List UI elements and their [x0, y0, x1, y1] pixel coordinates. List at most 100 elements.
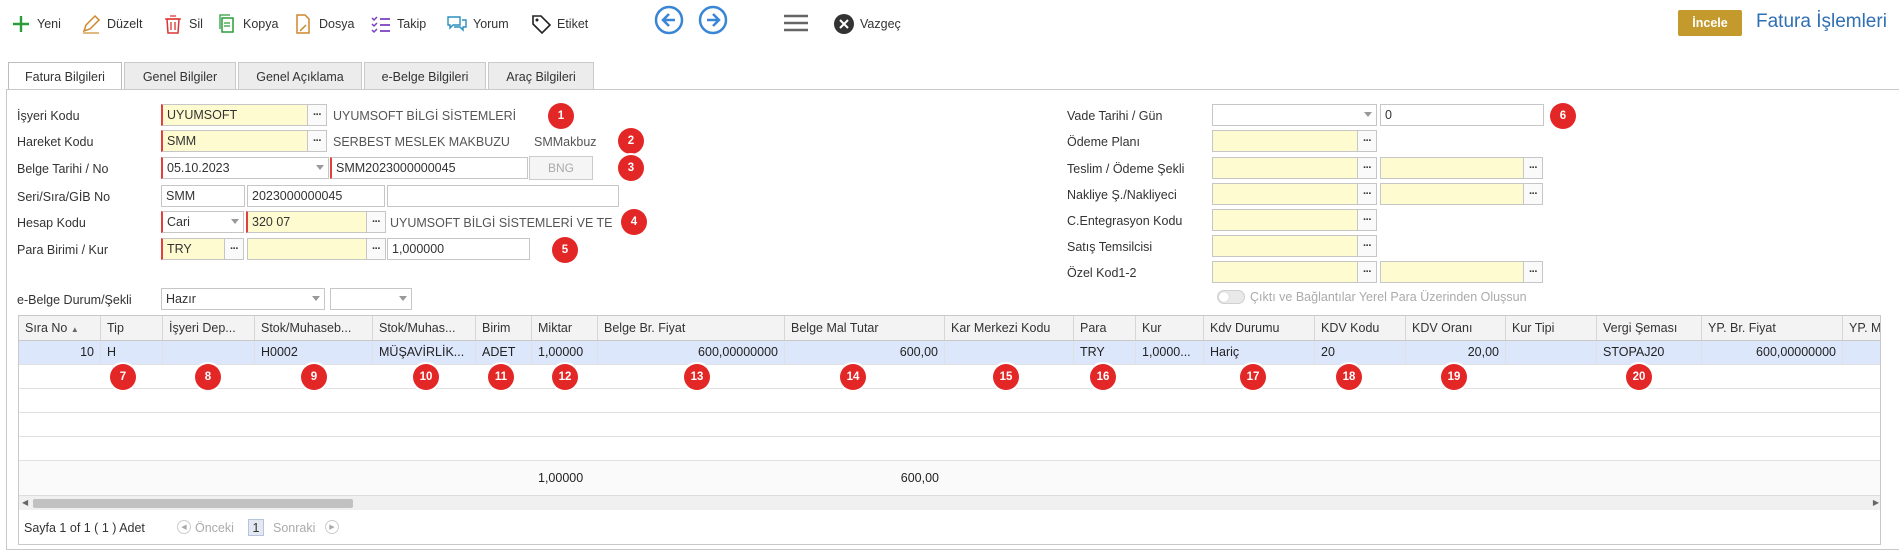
cancel-button[interactable]: Vazgeç — [833, 12, 901, 36]
tag-icon — [532, 15, 552, 35]
ozel-kod1-lookup-button[interactable]: ··· — [1357, 261, 1377, 283]
col-header-kdv-durumu[interactable]: Kdv Durumu — [1204, 316, 1315, 341]
kur-type-input[interactable] — [247, 238, 367, 260]
vade-gun-input[interactable]: 0 — [1380, 104, 1544, 126]
para-lookup-button[interactable]: ··· — [224, 238, 244, 260]
col-header-stok-ad[interactable]: Stok/Muhas... — [373, 316, 476, 341]
odeme-sekli-input[interactable] — [1380, 157, 1524, 179]
kur-type-lookup-button[interactable]: ··· — [366, 238, 386, 260]
col-header-yp-mal[interactable]: YP. M — [1843, 316, 1880, 341]
nakliyeci-input[interactable] — [1380, 183, 1524, 205]
tab-ebelge-bilgileri[interactable]: e-Belge Bilgileri — [364, 62, 486, 90]
file-button[interactable]: Dosya — [292, 12, 354, 36]
hareket-input[interactable]: SMM — [161, 130, 308, 152]
belge-date-input[interactable]: 05.10.2023 — [161, 157, 329, 179]
annotation-badge: 13 — [684, 364, 710, 390]
prev-page-button[interactable]: Önceki — [195, 521, 234, 535]
belge-no-input[interactable]: SMM2023000000045 — [330, 157, 528, 179]
col-header-tip[interactable]: Tip — [101, 316, 163, 341]
odeme-plan-input[interactable] — [1212, 130, 1358, 152]
col-header-stok-kod[interactable]: Stok/Muhaseb... — [255, 316, 373, 341]
vade-date-select[interactable] — [1212, 104, 1377, 126]
col-header-kar-merkezi[interactable]: Kar Merkezi Kodu — [945, 316, 1074, 341]
delete-button[interactable]: Sil — [162, 12, 203, 36]
delete-label: Sil — [189, 17, 203, 31]
isyeri-input[interactable]: UYUMSOFT — [161, 104, 308, 126]
col-header-yp-br-fiyat[interactable]: YP. Br. Fiyat — [1702, 316, 1843, 341]
col-header-birim[interactable]: Birim — [476, 316, 532, 341]
hesap-input[interactable]: 320 07 — [246, 211, 367, 233]
back-button[interactable] — [654, 5, 684, 35]
edit-button[interactable]: Düzelt — [80, 12, 142, 36]
col-header-miktar[interactable]: Miktar — [532, 316, 598, 341]
col-header-kur-tipi[interactable]: Kur Tipi — [1506, 316, 1597, 341]
gib-no-input[interactable] — [387, 185, 619, 207]
odeme-sekli-lookup-button[interactable]: ··· — [1523, 157, 1543, 179]
tab-genel-bilgiler[interactable]: Genel Bilgiler — [124, 62, 236, 90]
next-page-button[interactable]: Sonraki — [273, 521, 315, 535]
satis-input[interactable] — [1212, 235, 1358, 257]
horizontal-scrollbar[interactable]: ◀ ▶ — [19, 495, 1880, 510]
isyeri-lookup-button[interactable]: ··· — [307, 104, 327, 126]
ebelge-sekil-select[interactable] — [330, 288, 412, 310]
comment-button[interactable]: Yorum — [446, 12, 509, 36]
teslim-lookup-button[interactable]: ··· — [1357, 157, 1377, 179]
nakliyeci-lookup-button[interactable]: ··· — [1523, 183, 1543, 205]
para-input[interactable]: TRY — [161, 238, 225, 260]
annotation-badge: 18 — [1336, 364, 1362, 390]
col-header-isyeri-dep[interactable]: İşyeri Dep... — [163, 316, 255, 341]
tab-arac-bilgileri[interactable]: Araç Bilgileri — [488, 62, 594, 90]
copy-button[interactable]: Kopya — [216, 12, 278, 36]
entegrasyon-input[interactable] — [1212, 209, 1358, 231]
col-header-sira[interactable]: Sıra No ▲ — [19, 316, 101, 341]
tab-genel-aciklama[interactable]: Genel Açıklama — [238, 62, 362, 90]
ebelge-durum-select[interactable]: Hazır — [161, 288, 325, 310]
col-header-kdv-kodu[interactable]: KDV Kodu — [1315, 316, 1406, 341]
table-row[interactable]: 10 H H0002 MÜŞAVİRLİK... ADET 1,00000 60… — [19, 341, 1880, 365]
nakliye-input[interactable] — [1212, 183, 1358, 205]
chevron-down-icon — [1364, 112, 1372, 117]
col-header-belge-br-fiyat[interactable]: Belge Br. Fiyat — [598, 316, 785, 341]
odeme-plan-label: Ödeme Planı — [1067, 135, 1140, 149]
totals-row: 1,00000 600,00 — [19, 461, 1880, 495]
scroll-right-icon[interactable]: ▶ — [1873, 498, 1879, 507]
page-title: Fatura İşlemleri — [1756, 11, 1887, 32]
tag-button[interactable]: Etiket — [530, 12, 588, 36]
inspect-button[interactable]: İncele — [1678, 10, 1742, 36]
page-number-button[interactable]: 1 — [248, 519, 264, 536]
teslim-input[interactable] — [1212, 157, 1358, 179]
comment-label: Yorum — [473, 17, 509, 31]
satis-lookup-button[interactable]: ··· — [1357, 235, 1377, 257]
hesap-lookup-button[interactable]: ··· — [366, 211, 386, 233]
tab-fatura-bilgileri[interactable]: Fatura Bilgileri — [8, 62, 122, 91]
new-button[interactable]: Yeni — [10, 12, 61, 36]
col-header-kdv-orani[interactable]: KDV Oranı — [1406, 316, 1506, 341]
forward-button[interactable] — [698, 5, 728, 35]
entegrasyon-lookup-button[interactable]: ··· — [1357, 209, 1377, 231]
ozel-kod2-input[interactable] — [1380, 261, 1524, 283]
kur-input[interactable]: 1,000000 — [387, 238, 530, 260]
arrow-left-circle-icon — [654, 5, 684, 35]
prev-page-icon[interactable]: ◀ — [177, 520, 191, 534]
yerel-para-toggle[interactable] — [1217, 290, 1245, 304]
bng-button[interactable]: BNG — [529, 156, 593, 180]
menu-button[interactable] — [782, 11, 810, 35]
next-page-icon[interactable]: ▶ — [325, 520, 339, 534]
scroll-left-icon[interactable]: ◀ — [22, 498, 28, 507]
hareket-lookup-button[interactable]: ··· — [307, 130, 327, 152]
col-header-para[interactable]: Para — [1074, 316, 1136, 341]
annotation-badge: 15 — [993, 364, 1019, 390]
cell-sira: 10 — [19, 341, 101, 365]
col-header-kur[interactable]: Kur — [1136, 316, 1204, 341]
col-header-vergi-semasi[interactable]: Vergi Şeması — [1597, 316, 1702, 341]
scrollbar-thumb[interactable] — [33, 499, 353, 508]
hesap-type-select[interactable]: Cari — [161, 211, 244, 233]
sira-input[interactable]: 2023000000045 — [247, 185, 385, 207]
ozel-kod2-lookup-button[interactable]: ··· — [1523, 261, 1543, 283]
col-header-belge-mal-tutar[interactable]: Belge Mal Tutar — [785, 316, 945, 341]
ozel-kod1-input[interactable] — [1212, 261, 1358, 283]
seri-input[interactable]: SMM — [161, 185, 245, 207]
nakliye-lookup-button[interactable]: ··· — [1357, 183, 1377, 205]
track-button[interactable]: Takip — [370, 12, 426, 36]
odeme-plan-lookup-button[interactable]: ··· — [1357, 130, 1377, 152]
